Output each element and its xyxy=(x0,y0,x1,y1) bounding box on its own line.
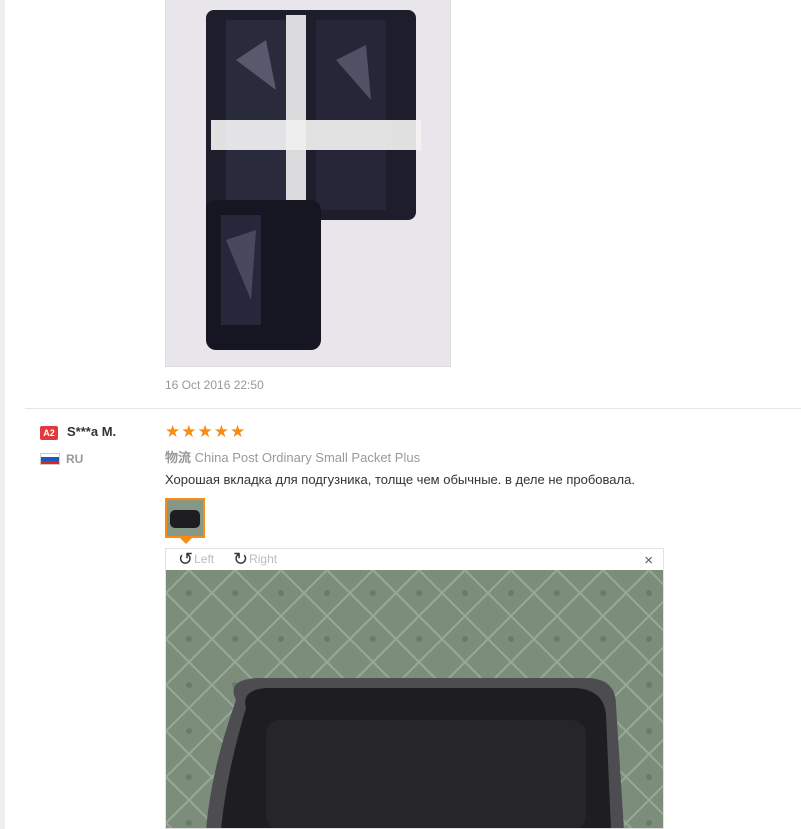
star-icon: ★ xyxy=(165,422,181,441)
close-icon[interactable]: × xyxy=(644,552,653,569)
shipping-label: 物流 xyxy=(165,450,192,465)
review-photo-thumbnail[interactable] xyxy=(165,498,205,538)
star-icon: ★ xyxy=(181,422,197,441)
rotate-right-button[interactable]: ↻ Right xyxy=(233,549,278,569)
thumbnail-selected-pointer xyxy=(180,538,192,544)
review-text: Хорошая вкладка для подгузника, толще че… xyxy=(165,472,635,487)
rotate-right-label: Right xyxy=(249,552,278,566)
photo-viewer-toolbar: ↺ Left ↻ Right × xyxy=(166,549,663,569)
review-date: 16 Oct 2016 22:50 xyxy=(165,378,264,392)
photo-viewer: ↺ Left ↻ Right × xyxy=(165,548,664,829)
buyer-level-badge: A2 xyxy=(40,426,58,440)
star-icon: ★ xyxy=(197,422,213,441)
reviewer-name: S***a M. xyxy=(67,424,117,439)
star-icon: ★ xyxy=(213,422,229,441)
rating-stars: ★ ★ ★ ★ ★ xyxy=(165,423,245,441)
review-divider xyxy=(25,408,801,409)
star-icon: ★ xyxy=(230,422,246,441)
viewer-photo-pad-on-quilt xyxy=(166,570,663,828)
rotate-left-icon: ↺ xyxy=(178,549,194,569)
rotate-left-label: Left xyxy=(194,552,215,566)
page-left-border xyxy=(0,0,5,829)
shipping-info: 物流 China Post Ordinary Small Packet Plus xyxy=(165,447,420,466)
russia-flag-icon xyxy=(40,453,60,465)
shipping-method: China Post Ordinary Small Packet Plus xyxy=(194,450,421,465)
review-photo-packaged-pads[interactable] xyxy=(165,0,451,367)
rotate-right-icon: ↻ xyxy=(233,549,249,569)
reviewer-country: RU xyxy=(66,452,84,466)
rotate-left-button[interactable]: ↺ Left xyxy=(178,549,215,569)
